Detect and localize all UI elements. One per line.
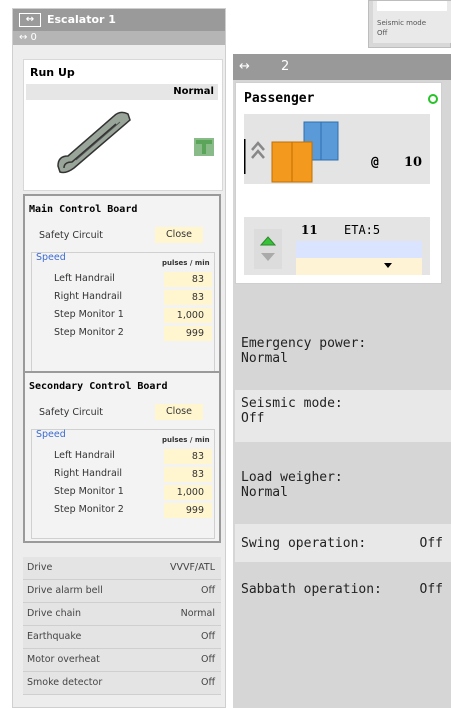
at-symbol: @ bbox=[371, 155, 379, 170]
main-control-board: Main Control Board Safety Circuit Close … bbox=[23, 194, 221, 388]
car-position-well bbox=[244, 114, 430, 184]
left-handrail-value: 83 bbox=[164, 449, 212, 464]
status-dot-icon bbox=[428, 94, 438, 104]
run-direction-label: Run Up bbox=[30, 66, 75, 79]
safety-circuit-value: Close bbox=[155, 404, 203, 420]
status-row-motor-overheat: Motor overheat Off bbox=[23, 649, 221, 672]
main-board-title: Main Control Board bbox=[29, 204, 138, 215]
secondary-control-board: Secondary Control Board Safety Circuit C… bbox=[23, 371, 221, 543]
info-value: Off bbox=[241, 411, 265, 426]
info-label: Sabbath operation: bbox=[241, 582, 382, 597]
info-sabbath-operation: Sabbath operation: Off bbox=[235, 570, 451, 608]
info-label: Swing operation: bbox=[241, 536, 367, 551]
escalator-titlebar: ↔ Escalator 1 bbox=[13, 9, 225, 31]
mini-panel-header bbox=[377, 1, 447, 11]
direction-arrows-icon[interactable] bbox=[254, 229, 284, 269]
info-value: Normal bbox=[241, 351, 288, 366]
escalator-subbar: ↔ 0 bbox=[13, 31, 225, 45]
left-handrail-label: Left Handrail bbox=[54, 273, 115, 284]
status-row-smoke-detector: Smoke detector Off bbox=[23, 672, 221, 695]
up-call-bar bbox=[296, 241, 422, 258]
call-floor: 11 bbox=[301, 223, 318, 237]
right-handrail-value: 83 bbox=[164, 467, 212, 482]
status-label: Drive alarm bell bbox=[27, 585, 103, 596]
info-emergency-power: Emergency power: Normal bbox=[235, 330, 451, 386]
elevator-car-icon bbox=[244, 121, 339, 183]
mini-seismic-value: Off bbox=[377, 29, 388, 37]
current-floor: 10 bbox=[404, 155, 423, 170]
info-value: Normal bbox=[241, 485, 288, 500]
info-value: Off bbox=[419, 582, 443, 597]
mini-panel-body: Seismic mode Off bbox=[373, 1, 451, 43]
escalator-icon bbox=[57, 111, 131, 174]
status-row-drive-chain: Drive chain Normal bbox=[23, 603, 221, 626]
speed-label: Speed bbox=[36, 429, 66, 440]
step-monitor-2-label: Step Monitor 2 bbox=[54, 327, 124, 338]
secondary-board-title: Secondary Control Board bbox=[29, 381, 168, 392]
speed-group: Speed pulses / min Left Handrail 83 Righ… bbox=[31, 252, 215, 386]
right-handrail-label: Right Handrail bbox=[54, 291, 123, 302]
status-label: Drive chain bbox=[27, 608, 82, 619]
down-call-bar bbox=[296, 258, 422, 275]
corner-mini-panel[interactable]: Seismic mode Off bbox=[368, 0, 451, 48]
status-label: Motor overheat bbox=[27, 654, 100, 665]
run-direction-value: Normal bbox=[26, 84, 218, 100]
status-row-drive-alarm-bell: Drive alarm bell Off bbox=[23, 580, 221, 603]
status-row-drive: Drive VVVF/ATL bbox=[23, 557, 221, 580]
step-monitor-1-label: Step Monitor 1 bbox=[54, 486, 124, 497]
info-label: Load weigher: bbox=[241, 470, 343, 485]
step-monitor-2-value: 999 bbox=[164, 326, 212, 341]
mini-seismic-label: Seismic mode bbox=[377, 19, 427, 27]
car-type-label: Passenger bbox=[244, 91, 315, 106]
left-handrail-label: Left Handrail bbox=[54, 450, 115, 461]
info-label: Emergency power: bbox=[241, 336, 367, 351]
down-caret-icon bbox=[384, 263, 392, 268]
info-swing-operation: Swing operation: Off bbox=[235, 524, 451, 562]
speed-group: Speed pulses / min Left Handrail 83 Righ… bbox=[31, 429, 215, 539]
step-monitor-1-value: 1,000 bbox=[164, 485, 212, 500]
double-arrow-icon[interactable]: ↔ bbox=[19, 13, 41, 27]
elevator-panel: ↔ 2 Passenger @ 10 11 ETA:5 Emergency po… bbox=[233, 54, 451, 708]
status-value: Off bbox=[200, 654, 215, 665]
info-label: Seismic mode: bbox=[241, 396, 343, 411]
elevator-header: ↔ 2 bbox=[233, 54, 451, 80]
safety-circuit-label: Safety Circuit bbox=[39, 407, 103, 418]
direction-indicator-icon bbox=[194, 138, 214, 156]
status-value: Off bbox=[200, 677, 215, 688]
info-load-weigher: Load weigher: Normal bbox=[235, 464, 451, 514]
eta-text: ETA:5 bbox=[344, 223, 381, 237]
escalator-panel: ↔ Escalator 1 ↔ 0 Run Up Normal Main Con… bbox=[12, 8, 226, 708]
status-value: Normal bbox=[180, 608, 215, 619]
status-row-earthquake: Earthquake Off bbox=[23, 626, 221, 649]
status-value: VVVF/ATL bbox=[169, 562, 215, 573]
car-status-card: Passenger @ 10 11 ETA:5 bbox=[235, 82, 442, 284]
right-handrail-value: 83 bbox=[164, 290, 212, 305]
safety-circuit-label: Safety Circuit bbox=[39, 230, 103, 241]
run-direction-card: Run Up Normal bbox=[23, 59, 223, 191]
status-label: Smoke detector bbox=[27, 677, 103, 688]
elevator-number: 2 bbox=[281, 59, 290, 74]
info-seismic-mode: Seismic mode: Off bbox=[235, 390, 451, 442]
double-arrow-icon[interactable]: ↔ bbox=[239, 54, 250, 80]
speed-units: pulses / min bbox=[162, 259, 210, 267]
escalator-status-list: Drive VVVF/ATL Drive alarm bell Off Driv… bbox=[23, 557, 221, 695]
speed-units: pulses / min bbox=[162, 436, 210, 444]
call-panel: 11 ETA:5 bbox=[244, 217, 430, 275]
right-handrail-label: Right Handrail bbox=[54, 468, 123, 479]
safety-circuit-value: Close bbox=[155, 227, 203, 243]
step-monitor-1-value: 1,000 bbox=[164, 308, 212, 323]
status-label: Earthquake bbox=[27, 631, 82, 642]
speed-label: Speed bbox=[36, 252, 66, 263]
info-value: Off bbox=[419, 536, 443, 551]
status-value: Off bbox=[200, 585, 215, 596]
status-label: Drive bbox=[27, 562, 53, 573]
escalator-title: Escalator 1 bbox=[47, 13, 116, 26]
step-monitor-1-label: Step Monitor 1 bbox=[54, 309, 124, 320]
step-monitor-2-label: Step Monitor 2 bbox=[54, 504, 124, 515]
left-handrail-value: 83 bbox=[164, 272, 212, 287]
status-value: Off bbox=[200, 631, 215, 642]
step-monitor-2-value: 999 bbox=[164, 503, 212, 518]
